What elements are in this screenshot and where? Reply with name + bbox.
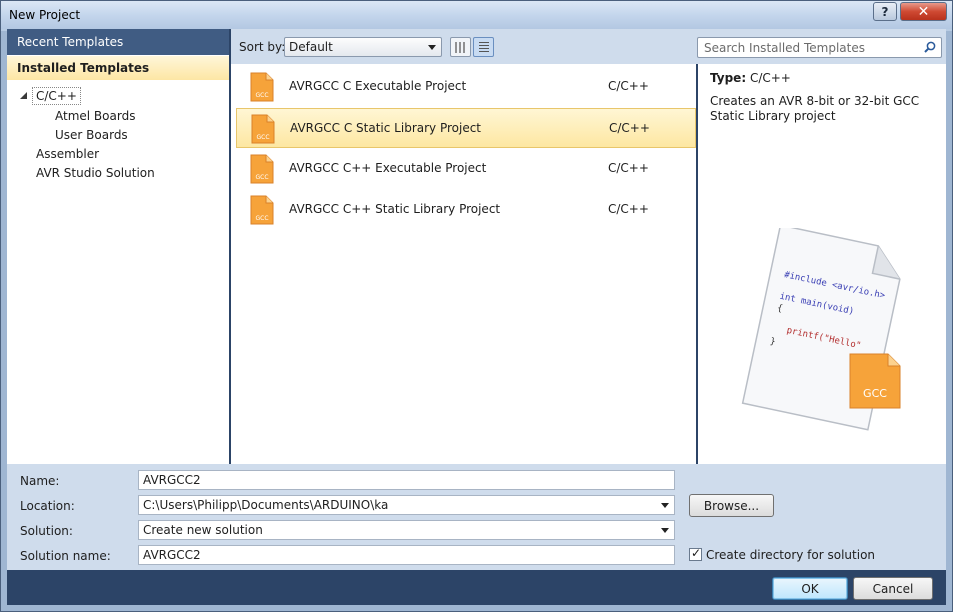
solution-label: Solution: <box>20 524 73 538</box>
template-language: C/C++ <box>608 161 649 175</box>
type-label: Type: <box>710 71 747 85</box>
solution-name-label: Solution name: <box>20 549 111 563</box>
template-name: AVRGCC C++ Executable Project <box>289 161 487 175</box>
project-settings-form: Name: AVRGCC2 Location: C:\Users\Philipp… <box>7 464 946 570</box>
location-label: Location: <box>20 499 75 513</box>
template-toolbar: Sort by: Default Search Installed Templa… <box>231 29 946 64</box>
gcc-badge-text: GCC <box>863 387 887 400</box>
template-name: AVRGCC C++ Static Library Project <box>289 202 501 216</box>
solution-name-field[interactable]: AVRGCC2 <box>138 545 675 565</box>
list-view-icon <box>479 42 489 53</box>
name-label: Name: <box>20 474 60 488</box>
template-language: C/C++ <box>608 79 649 93</box>
solution-value: Create new solution <box>143 523 263 537</box>
installed-templates-header[interactable]: Installed Templates <box>7 56 229 80</box>
location-value: C:\Users\Philipp\Documents\ARDUINO\ka <box>143 498 389 512</box>
sort-by-label: Sort by: <box>239 40 286 54</box>
title-bar[interactable]: New Project ? ✕ <box>1 1 952 29</box>
template-categories-pane: Recent Templates Installed Templates C/C… <box>7 29 229 464</box>
svg-text:GCC: GCC <box>255 174 268 181</box>
solution-select[interactable]: Create new solution <box>138 520 675 540</box>
template-list: GCC AVRGCC C Executable Project C/C++ GC… <box>231 64 696 464</box>
browse-button[interactable]: Browse... <box>689 494 774 517</box>
gcc-file-icon: GCC <box>250 154 274 184</box>
tree-item-c-cpp[interactable]: C/C++ <box>32 87 81 107</box>
type-value: C/C++ <box>749 71 791 85</box>
search-placeholder: Search Installed Templates <box>704 41 865 55</box>
cancel-button[interactable]: Cancel <box>853 577 933 600</box>
template-item-cpp-executable[interactable]: GCC AVRGCC C++ Executable Project C/C++ <box>236 149 696 189</box>
gcc-badge-icon: GCC <box>849 353 901 409</box>
grid-view-icon <box>455 42 467 53</box>
create-directory-checkbox[interactable]: ✓ <box>689 546 702 561</box>
expand-arrow-icon[interactable] <box>20 92 28 100</box>
list-view-button[interactable] <box>473 37 494 57</box>
svg-text:GCC: GCC <box>256 134 269 141</box>
ok-button[interactable]: OK <box>772 577 848 600</box>
template-item-c-static-library[interactable]: GCC AVRGCC C Static Library Project C/C+… <box>236 108 696 148</box>
checkmark-icon: ✓ <box>691 546 702 560</box>
tree-item-avr-studio-solution[interactable]: AVR Studio Solution <box>36 166 155 184</box>
gcc-file-icon: GCC <box>251 114 275 144</box>
name-value: AVRGCC2 <box>143 473 201 487</box>
template-language: C/C++ <box>608 202 649 216</box>
gcc-file-icon: GCC <box>250 195 274 225</box>
tree-item-assembler[interactable]: Assembler <box>36 147 99 165</box>
template-item-cpp-static-library[interactable]: GCC AVRGCC C++ Static Library Project C/… <box>236 190 696 230</box>
chevron-down-icon <box>428 45 436 50</box>
close-button[interactable]: ✕ <box>900 2 947 21</box>
medium-icons-view-button[interactable] <box>450 37 471 57</box>
svg-text:GCC: GCC <box>255 215 268 222</box>
template-description: Creates an AVR 8-bit or 32-bit GCC Stati… <box>710 94 920 123</box>
gcc-file-icon: GCC <box>250 72 274 102</box>
name-field[interactable]: AVRGCC2 <box>138 470 675 490</box>
recent-templates-header[interactable]: Recent Templates <box>7 29 229 55</box>
code-file-preview-icon: #include <avr/io.h> int main(void) { pri… <box>741 228 901 431</box>
create-directory-label[interactable]: Create directory for solution <box>706 548 875 562</box>
chevron-down-icon[interactable] <box>661 503 669 508</box>
window-title: New Project <box>9 8 81 22</box>
sort-by-value: Default <box>289 40 333 54</box>
template-name: AVRGCC C Static Library Project <box>290 121 482 135</box>
sort-by-select[interactable]: Default <box>284 37 442 57</box>
search-icon[interactable] <box>924 41 936 53</box>
tree-item-user-boards[interactable]: User Boards <box>55 128 128 146</box>
location-combobox[interactable]: C:\Users\Philipp\Documents\ARDUINO\ka <box>138 495 675 515</box>
svg-text:GCC: GCC <box>255 92 268 99</box>
template-name: AVRGCC C Executable Project <box>289 79 467 93</box>
template-item-c-executable[interactable]: GCC AVRGCC C Executable Project C/C++ <box>236 67 696 107</box>
chevron-down-icon[interactable] <box>661 528 669 533</box>
solution-name-value: AVRGCC2 <box>143 548 201 562</box>
help-button[interactable]: ? <box>873 2 897 21</box>
template-details-pane: Type: C/C++ Creates an AVR 8-bit or 32-b… <box>698 64 946 464</box>
search-templates-input[interactable]: Search Installed Templates <box>697 37 942 58</box>
template-language: C/C++ <box>609 121 650 135</box>
tree-item-label: C/C++ <box>32 87 81 105</box>
template-type: Type: C/C++ <box>710 71 791 85</box>
tree-item-atmel-boards[interactable]: Atmel Boards <box>55 109 135 127</box>
